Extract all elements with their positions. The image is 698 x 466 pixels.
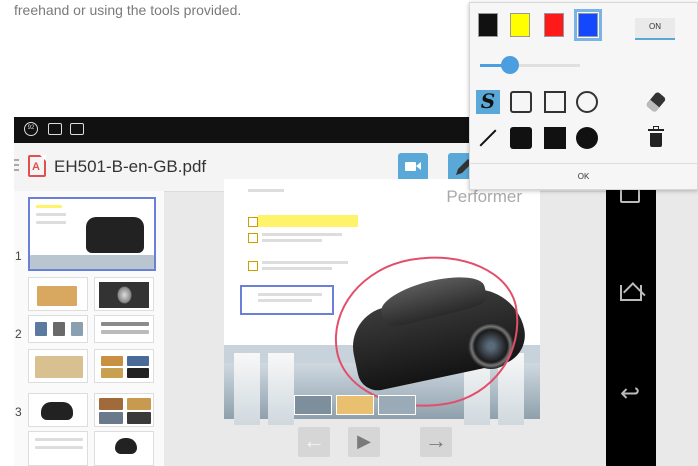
thumbnail-text-line	[35, 446, 83, 449]
thumbnail-image	[127, 356, 149, 366]
menu-icon[interactable]	[14, 159, 19, 174]
thumbnail-page-1[interactable]	[28, 197, 156, 271]
line-tool[interactable]	[476, 127, 498, 149]
thumbnail-page-2f[interactable]	[94, 349, 154, 383]
file-title: EH501-B-en-GB.pdf	[54, 157, 207, 176]
thumbnail-image	[127, 398, 151, 410]
thumbnail-image	[99, 412, 123, 424]
thumbnail-text-line	[101, 322, 149, 326]
thumbnail-page-3d[interactable]	[94, 431, 154, 466]
ok-button[interactable]: OK	[470, 164, 697, 189]
window-blind	[234, 353, 260, 425]
rounded-rect-filled-tool[interactable]	[510, 127, 532, 149]
color-swatch-yellow[interactable]	[510, 13, 530, 37]
feature-icon	[248, 217, 258, 227]
thumbnail-page-3c[interactable]	[28, 431, 88, 466]
thumbnail-text-line	[36, 221, 66, 224]
thumbnail-page-2a[interactable]	[28, 277, 88, 311]
home-icon[interactable]	[620, 285, 642, 301]
color-swatch-red[interactable]	[544, 13, 564, 37]
document-text-line	[248, 189, 284, 192]
shopping-bag-icon	[70, 123, 84, 135]
next-page-button[interactable]: →	[420, 427, 452, 457]
document-thumbnail	[336, 395, 374, 415]
previous-page-button[interactable]: ←	[298, 427, 330, 457]
document-text-line	[262, 239, 322, 242]
circle-filled-tool[interactable]	[576, 127, 598, 149]
eraser-icon[interactable]	[645, 91, 667, 113]
page-number-2: 2	[15, 327, 22, 341]
page-number-3: 3	[15, 405, 22, 419]
circle-outline-tool[interactable]	[576, 91, 598, 113]
thumbnail-image	[127, 412, 151, 424]
thumbnail-image	[71, 322, 83, 336]
back-icon[interactable]: ↩	[620, 379, 640, 408]
thumbnail-page-3b[interactable]	[94, 393, 154, 427]
document-thumbnail	[294, 395, 332, 415]
rounded-rect-outline-tool[interactable]	[510, 91, 532, 113]
caption-text: freehand or using the tools provided.	[14, 2, 242, 18]
color-swatch-blue[interactable]	[574, 9, 602, 41]
system-navigation-bar: ↩	[606, 157, 656, 466]
document-text-line	[258, 299, 312, 302]
document-heading: Performer	[446, 187, 522, 206]
thumbnail-text-line	[101, 330, 149, 334]
thumbnail-projector	[86, 217, 144, 253]
window-blind	[268, 353, 294, 425]
video-camera-button[interactable]	[398, 153, 428, 181]
thumbnail-page-2c[interactable]	[28, 315, 88, 343]
thumbnail-page-2b[interactable]	[94, 277, 154, 311]
trash-icon[interactable]	[648, 126, 664, 147]
thumbnail-image	[35, 356, 83, 378]
image-icon	[48, 123, 62, 135]
thumbnail-text-line	[36, 213, 66, 216]
thumbnail-projector	[115, 438, 137, 454]
pdf-icon-letter: A	[32, 161, 40, 173]
pdf-icon: A	[28, 155, 46, 177]
feature-icon	[248, 233, 258, 243]
thumbnail-room	[30, 255, 154, 269]
thumbnail-page-2d[interactable]	[94, 315, 154, 343]
document-text-line	[262, 233, 342, 236]
highlight-annotation	[258, 215, 358, 227]
document-text-line	[262, 267, 332, 270]
drawing-palette: ON S OK	[469, 2, 698, 190]
thumbnail-image	[101, 356, 123, 366]
page-thumbnails: 1 2 3	[14, 191, 164, 466]
drawing-toggle[interactable]: ON	[635, 18, 675, 40]
thumbnail-highlight	[36, 205, 62, 208]
thumbnail-image	[101, 368, 123, 378]
document-text-line	[262, 261, 348, 264]
thumbnail-xray	[99, 282, 149, 308]
document-thumbnail	[378, 395, 416, 415]
clock-icon: 92	[24, 122, 38, 136]
thumbnail-image	[99, 398, 123, 410]
thumbnail-image	[37, 286, 77, 306]
thumbnail-page-2e[interactable]	[28, 349, 88, 383]
thumbnail-text-line	[35, 438, 83, 441]
document-thumbnail-strip	[294, 395, 416, 415]
document-page[interactable]: Performer	[224, 179, 540, 425]
thumbnail-projector	[41, 402, 73, 420]
thumbnail-image	[127, 368, 149, 378]
freehand-tool[interactable]: S	[476, 90, 500, 114]
color-swatch-black[interactable]	[478, 13, 498, 37]
document-text-line	[258, 293, 322, 296]
brush-size-slider-knob[interactable]	[501, 56, 519, 74]
thumbnail-page-3a[interactable]	[28, 393, 88, 427]
page-number-1: 1	[15, 249, 22, 263]
play-button[interactable]: ▶	[348, 427, 380, 457]
rect-outline-tool[interactable]	[544, 91, 566, 113]
rect-filled-tool[interactable]	[544, 127, 566, 149]
thumbnail-image	[53, 322, 65, 336]
feature-icon	[248, 261, 258, 271]
thumbnail-image	[35, 322, 47, 336]
